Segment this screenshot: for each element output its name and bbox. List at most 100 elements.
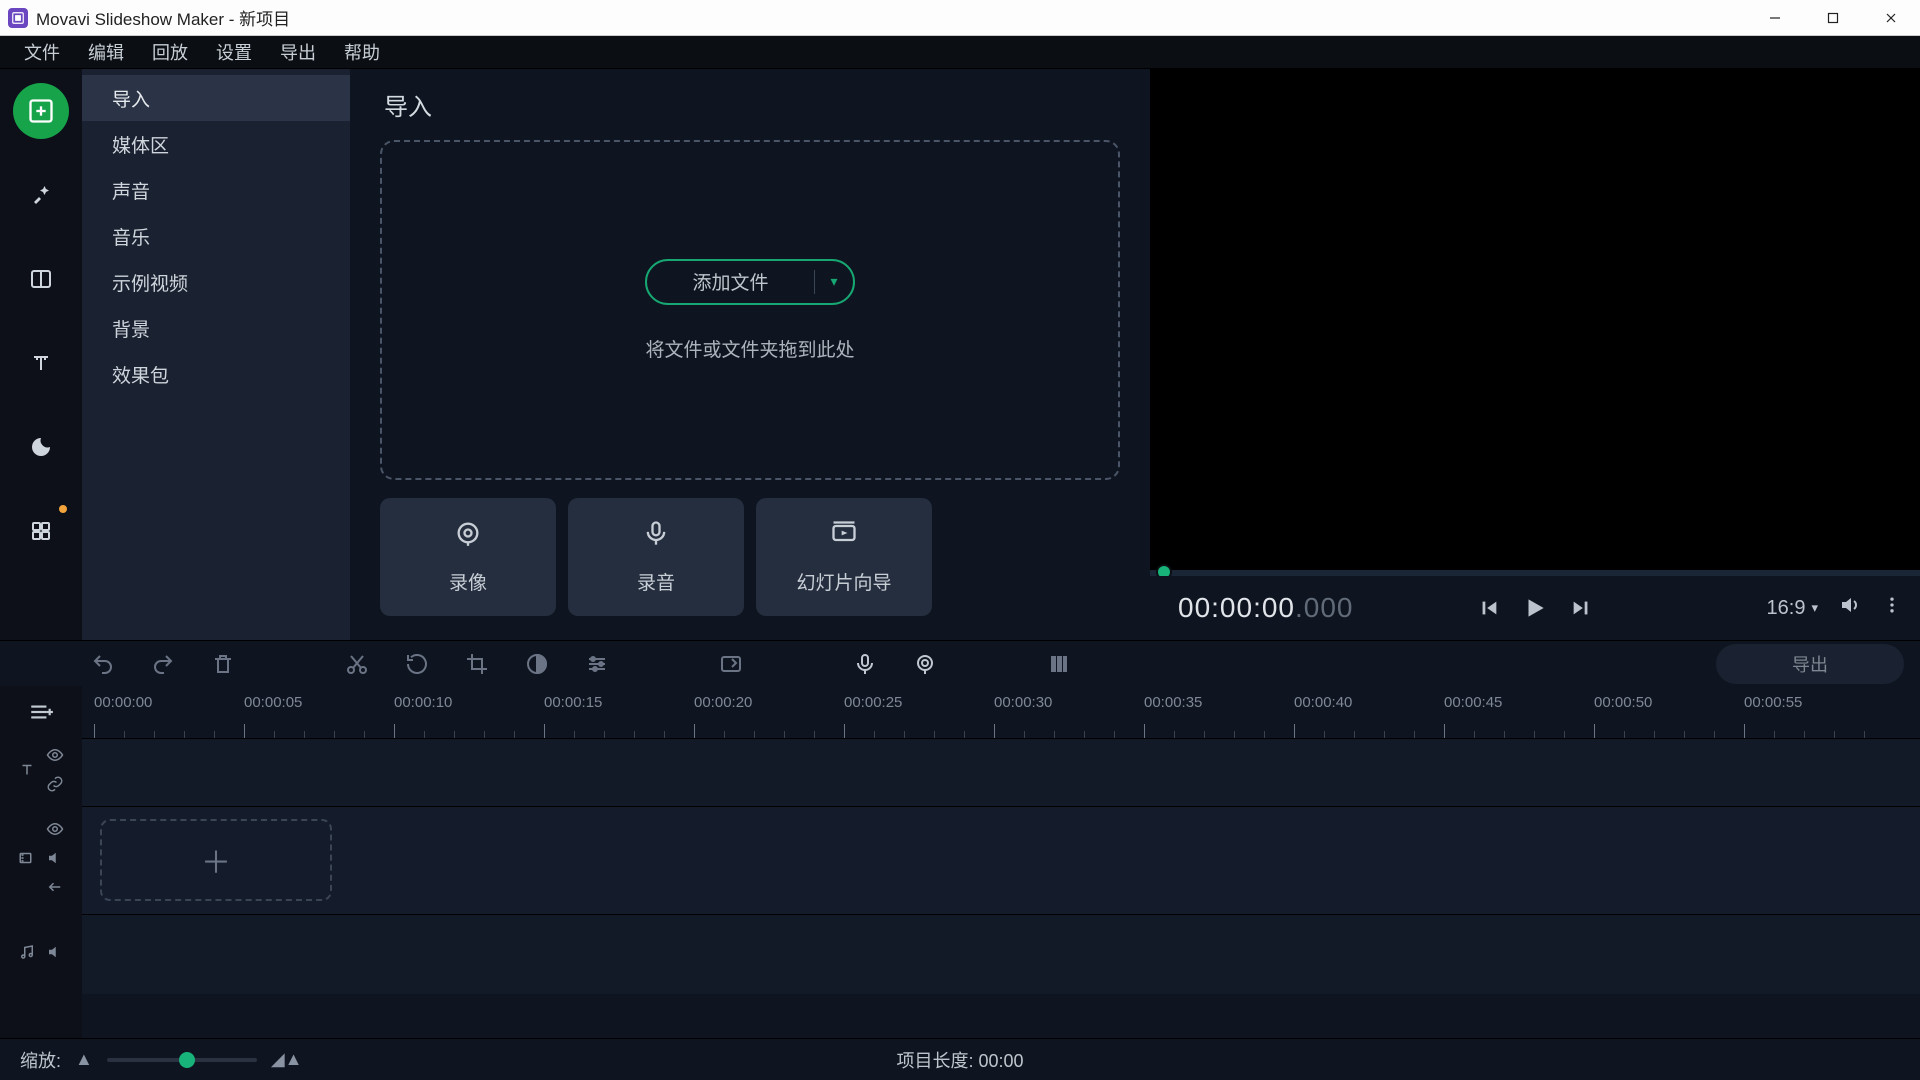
text-track-icon — [18, 761, 36, 784]
volume-button[interactable] — [1838, 593, 1862, 623]
drop-hint: 将文件或文件夹拖到此处 — [645, 335, 854, 362]
timeline-view-button[interactable] — [1046, 651, 1072, 677]
eye-icon[interactable] — [46, 820, 64, 843]
chevron-down-icon: ▾ — [1811, 600, 1818, 616]
back-arrow-icon[interactable] — [46, 878, 64, 901]
menu-file[interactable]: 文件 — [10, 33, 74, 71]
import-cards: 录像 录音 幻灯片向导 — [380, 498, 1120, 616]
ruler-label: 00:00:30 — [994, 694, 1052, 711]
zoom-thumb[interactable] — [179, 1052, 195, 1068]
side-item-music[interactable]: 音乐 — [82, 213, 350, 259]
menu-settings[interactable]: 设置 — [202, 33, 266, 71]
delete-button[interactable] — [210, 651, 236, 677]
ruler-label: 00:00:25 — [844, 694, 902, 711]
crop-button[interactable] — [464, 651, 490, 677]
chevron-down-icon[interactable]: ▾ — [815, 273, 853, 290]
prev-frame-button[interactable] — [1473, 592, 1505, 624]
video-track[interactable]: ＋ — [82, 806, 1920, 914]
stickers-tool[interactable] — [13, 419, 69, 475]
side-item-import[interactable]: 导入 — [82, 75, 350, 121]
add-file-label: 添加文件 — [647, 268, 814, 295]
tracks-area: 00:00:00 00:00:05 00:00:10 00:00:15 00:00:20… — [82, 686, 1920, 1038]
ruler-label: 00:00:20 — [694, 694, 752, 711]
speaker-icon[interactable] — [46, 943, 64, 966]
export-button[interactable]: 导出 — [1716, 644, 1904, 684]
track-headers — [0, 686, 82, 1038]
side-item-media[interactable]: 媒体区 — [82, 121, 350, 167]
transitions-tool[interactable] — [13, 251, 69, 307]
preview-panel: 00:00:00.000 16:9 ▾ — [1150, 69, 1920, 640]
audio-track-icon — [18, 943, 36, 966]
ruler-label: 00:00:50 — [1594, 694, 1652, 711]
ruler-label: 00:00:10 — [394, 694, 452, 711]
play-button[interactable] — [1519, 592, 1551, 624]
slideshow-wizard-card[interactable]: 幻灯片向导 — [756, 498, 932, 616]
ruler-label: 00:00:55 — [1744, 694, 1802, 711]
app-icon — [8, 8, 28, 28]
side-item-backgrounds[interactable]: 背景 — [82, 305, 350, 351]
link-icon[interactable] — [46, 775, 64, 798]
zoom-in-icon[interactable]: ◢▲ — [271, 1049, 303, 1070]
rotate-button[interactable] — [404, 651, 430, 677]
status-bar: 缩放: ▲ ◢▲ 项目长度: 00:00 — [0, 1038, 1920, 1080]
undo-button[interactable] — [90, 651, 116, 677]
add-track-button[interactable] — [0, 686, 82, 738]
side-item-sample-video[interactable]: 示例视频 — [82, 259, 350, 305]
cut-button[interactable] — [344, 651, 370, 677]
record-camera-card[interactable]: 录像 — [380, 498, 556, 616]
record-camera-label: 录像 — [449, 568, 487, 595]
filters-tool[interactable] — [13, 167, 69, 223]
more-tool[interactable] — [13, 503, 69, 559]
preview-controls: 00:00:00.000 16:9 ▾ — [1150, 576, 1920, 640]
drop-zone[interactable]: 添加文件 ▾ 将文件或文件夹拖到此处 — [380, 140, 1120, 480]
main-area: 导入 媒体区 声音 音乐 示例视频 背景 效果包 导入 添加文件 ▾ 将文件或文… — [0, 69, 1920, 640]
eye-icon[interactable] — [46, 746, 64, 769]
ruler-label: 00:00:40 — [1294, 694, 1352, 711]
camera-icon — [454, 519, 482, 552]
titles-track[interactable] — [82, 738, 1920, 806]
time-ruler[interactable]: 00:00:00 00:00:05 00:00:10 00:00:15 00:00:20… — [82, 686, 1920, 738]
mic-icon — [642, 519, 670, 552]
transition-wizard-button[interactable] — [718, 651, 744, 677]
webcam-button[interactable] — [912, 651, 938, 677]
titles-tool[interactable] — [13, 335, 69, 391]
ruler-label: 00:00:05 — [244, 694, 302, 711]
ruler-label: 00:00:15 — [544, 694, 602, 711]
aspect-ratio-select[interactable]: 16:9 ▾ — [1767, 597, 1818, 620]
menu-help[interactable]: 帮助 — [330, 33, 394, 71]
add-file-button[interactable]: 添加文件 ▾ — [645, 259, 855, 305]
side-item-sounds[interactable]: 声音 — [82, 167, 350, 213]
ruler-label: 00:00:35 — [1144, 694, 1202, 711]
slideshow-icon — [830, 519, 858, 552]
timecode: 00:00:00.000 — [1168, 592, 1354, 624]
import-tool[interactable] — [13, 83, 69, 139]
window-close-button[interactable] — [1862, 0, 1920, 35]
next-frame-button[interactable] — [1565, 592, 1597, 624]
speaker-icon[interactable] — [46, 849, 64, 872]
video-track-icon — [18, 849, 36, 872]
record-audio-label: 录音 — [637, 568, 675, 595]
window-minimize-button[interactable] — [1746, 0, 1804, 35]
app-title: Movavi Slideshow Maker - 新项目 — [36, 5, 290, 30]
add-clip-placeholder[interactable]: ＋ — [100, 819, 332, 901]
ruler-label: 00:00:00 — [94, 694, 152, 711]
window-maximize-button[interactable] — [1804, 0, 1862, 35]
timeline: 00:00:00 00:00:05 00:00:10 00:00:15 00:00:20… — [0, 686, 1920, 1038]
side-panel: 导入 媒体区 声音 音乐 示例视频 背景 效果包 — [82, 69, 350, 640]
zoom-label: 缩放: — [20, 1047, 61, 1073]
side-item-effect-packs[interactable]: 效果包 — [82, 351, 350, 397]
clip-properties-button[interactable] — [584, 651, 610, 677]
zoom-out-icon[interactable]: ▲ — [75, 1049, 93, 1070]
preview-menu-button[interactable] — [1882, 595, 1902, 621]
menu-playback[interactable]: 回放 — [138, 33, 202, 71]
redo-button[interactable] — [150, 651, 176, 677]
audio-track[interactable] — [82, 914, 1920, 994]
edit-toolbar: 导出 — [0, 640, 1920, 686]
color-adjust-button[interactable] — [524, 651, 550, 677]
voiceover-button[interactable] — [852, 651, 878, 677]
record-audio-card[interactable]: 录音 — [568, 498, 744, 616]
menu-export[interactable]: 导出 — [266, 33, 330, 71]
zoom-slider[interactable] — [107, 1058, 257, 1062]
menu-edit[interactable]: 编辑 — [74, 33, 138, 71]
import-area: 导入 添加文件 ▾ 将文件或文件夹拖到此处 录像 录音 幻灯片向导 — [350, 69, 1150, 640]
